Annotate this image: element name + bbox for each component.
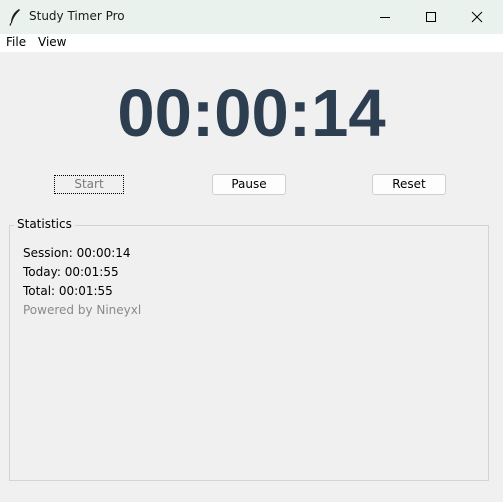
menu-file[interactable]: File bbox=[4, 35, 28, 49]
close-button[interactable] bbox=[454, 0, 500, 34]
app-window: Study Timer Pro File View 00:00:14 Start… bbox=[0, 0, 503, 502]
today-stat: Today: 00:01:55 bbox=[23, 265, 119, 279]
pause-button[interactable]: Pause bbox=[212, 174, 286, 195]
statistics-frame bbox=[9, 225, 489, 481]
feather-icon bbox=[8, 8, 22, 26]
session-stat: Session: 00:00:14 bbox=[23, 246, 131, 260]
close-icon bbox=[471, 11, 483, 23]
powered-by-label: Powered by Nineyxl bbox=[23, 303, 142, 317]
start-button[interactable]: Start bbox=[54, 175, 124, 194]
total-stat: Total: 00:01:55 bbox=[23, 284, 113, 298]
title-bar[interactable]: Study Timer Pro bbox=[0, 0, 503, 34]
maximize-icon bbox=[425, 11, 437, 23]
menu-view[interactable]: View bbox=[36, 35, 68, 49]
maximize-button[interactable] bbox=[408, 0, 454, 34]
statistics-title: Statistics bbox=[14, 217, 75, 231]
reset-button[interactable]: Reset bbox=[372, 174, 446, 195]
menu-bar: File View bbox=[0, 34, 503, 52]
minimize-icon bbox=[379, 11, 391, 23]
timer-display: 00:00:14 bbox=[117, 76, 386, 151]
minimize-button[interactable] bbox=[362, 0, 408, 34]
window-title: Study Timer Pro bbox=[29, 9, 125, 23]
